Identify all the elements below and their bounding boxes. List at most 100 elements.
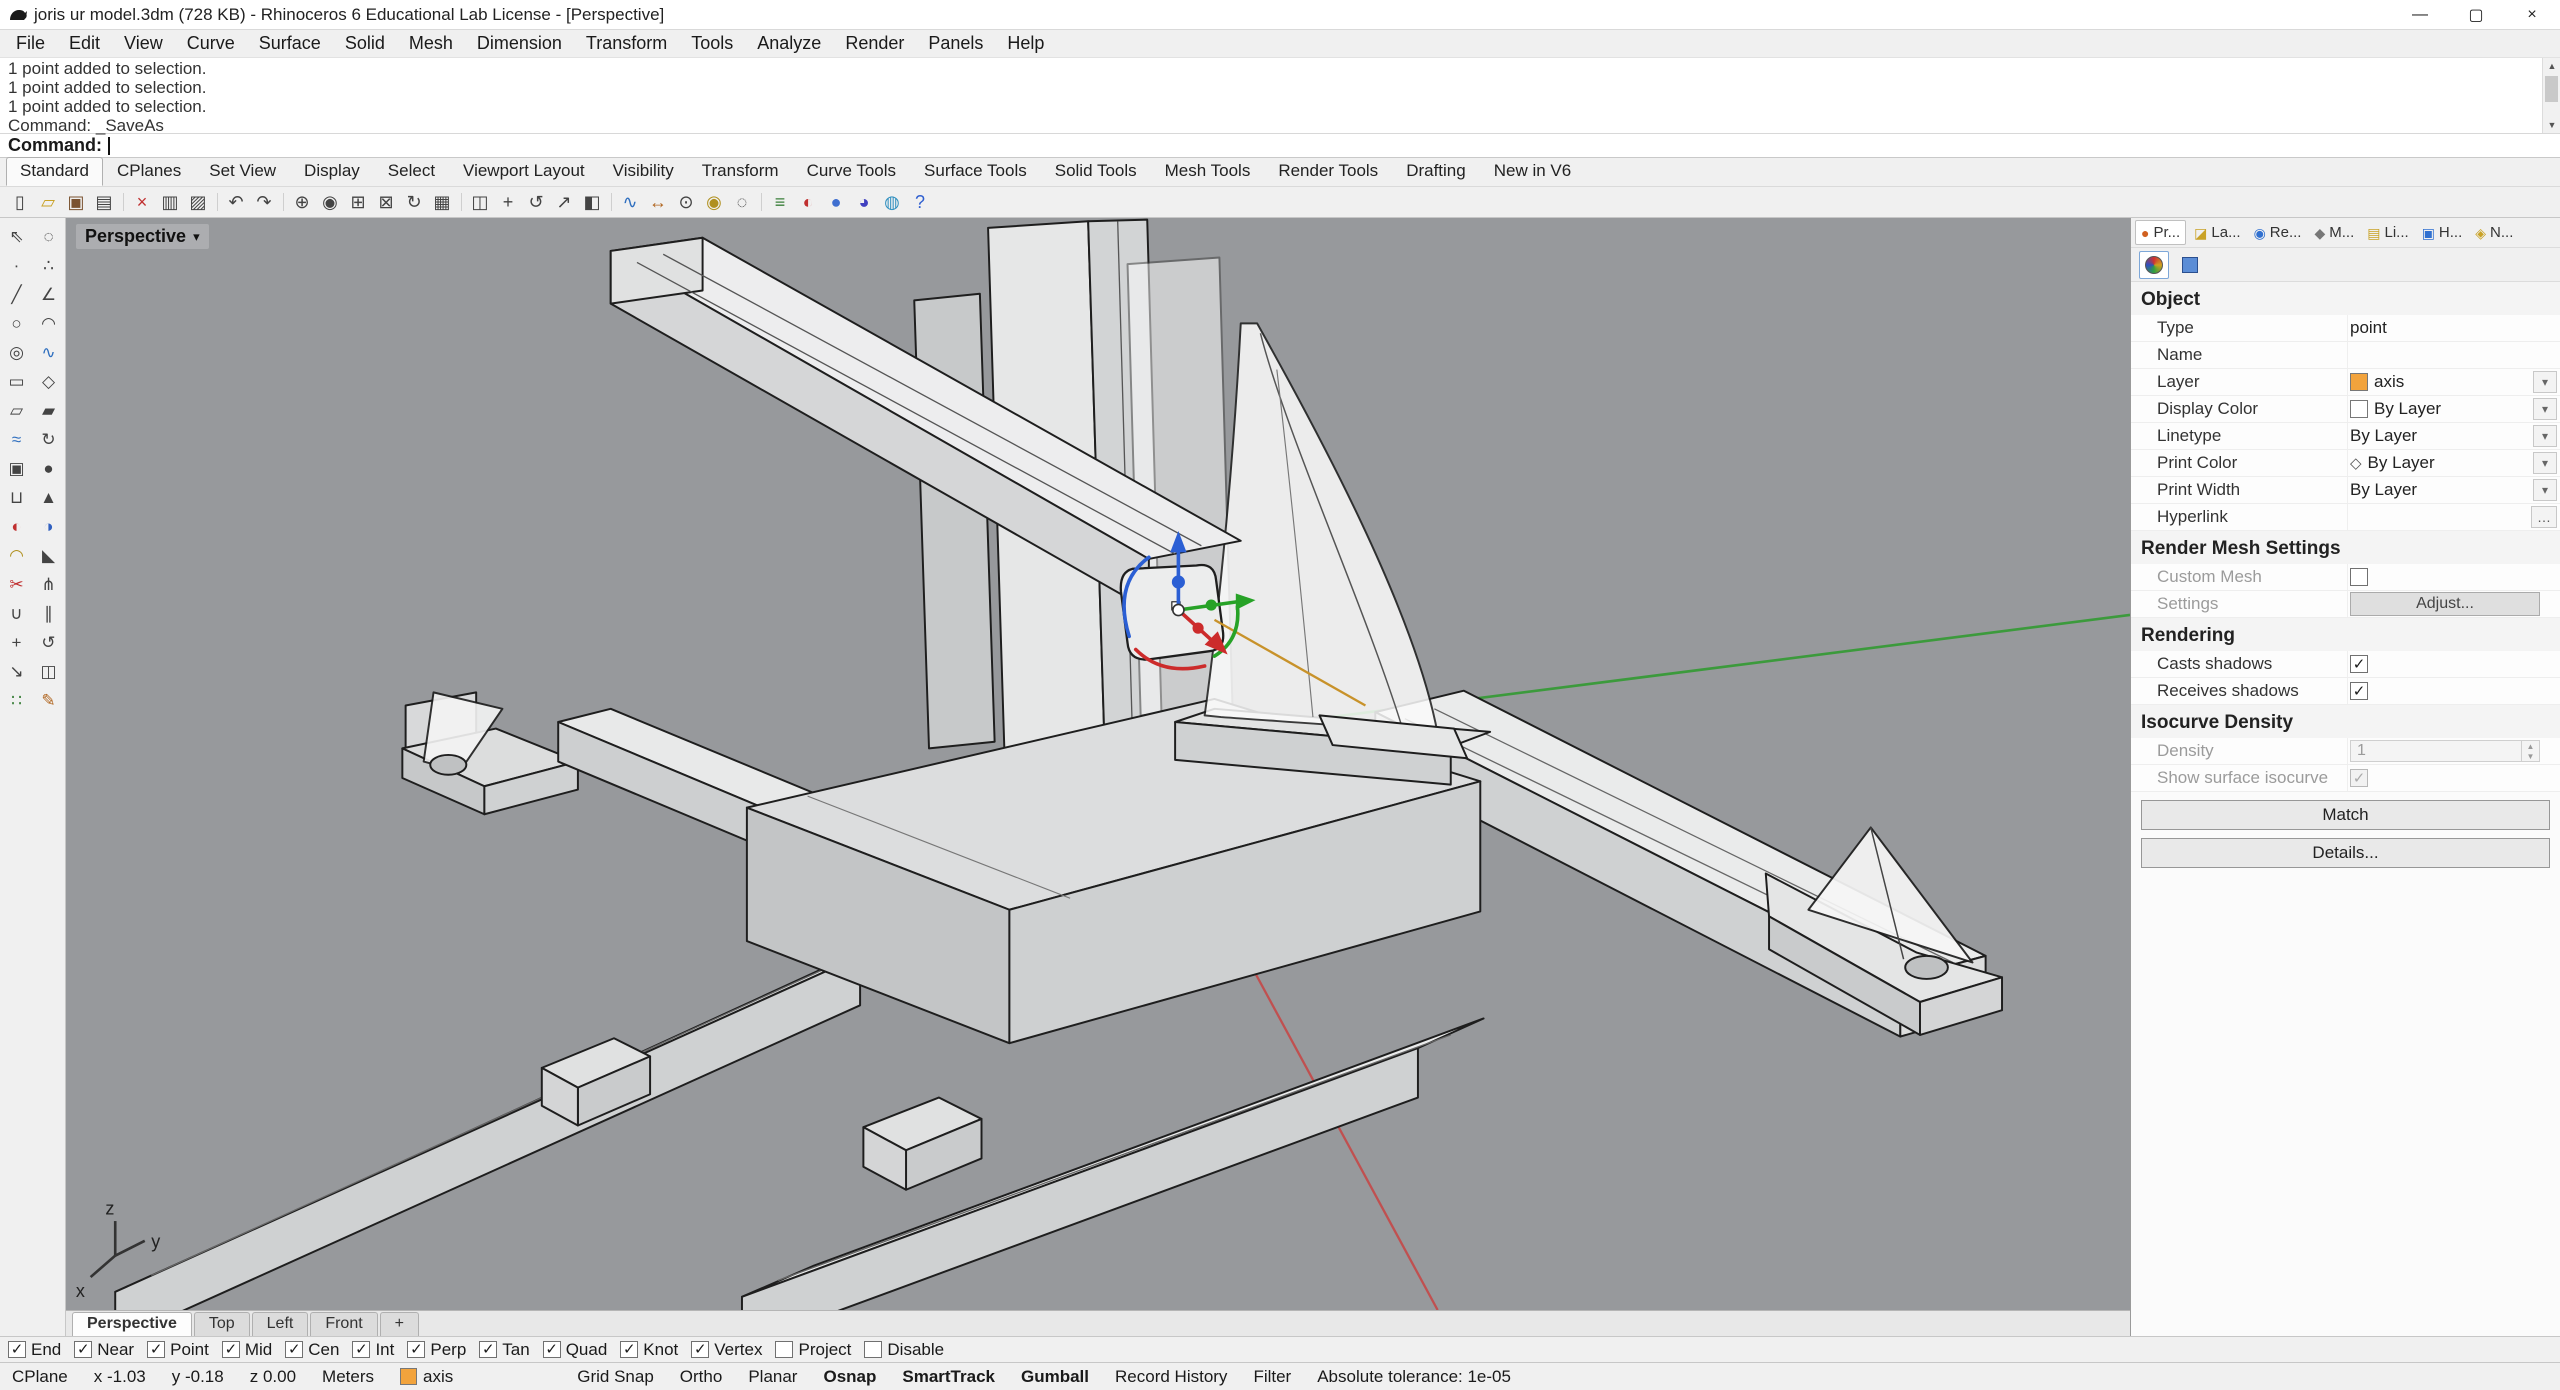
name-field[interactable] [2347,342,2560,368]
revolve-icon[interactable]: ↻ [34,426,63,453]
density-spinner[interactable] [2521,741,2539,761]
status-smarttrack[interactable]: SmartTrack [902,1367,1009,1387]
circle-icon[interactable]: ○ [2,310,31,337]
hyperlink-field[interactable] [2347,504,2531,530]
hyperlink-browse-button[interactable] [2531,506,2557,528]
osnap-knot-checkbox[interactable]: Knot [620,1340,678,1360]
array-icon[interactable]: ∷ [2,687,31,714]
copy-icon[interactable]: ▥ [156,188,184,216]
panel-tab-layers[interactable]: ◪ La... [2189,221,2245,244]
boolean-union-icon[interactable]: ◐ [2,513,31,540]
menu-surface[interactable]: Surface [247,31,333,56]
undo-icon[interactable]: ↶ [222,188,250,216]
chamfer-icon[interactable]: ◣ [34,542,63,569]
tab-mesh-tools[interactable]: Mesh Tools [1151,157,1265,186]
zoom-extents-icon[interactable]: ⊠ [372,188,400,216]
polygon-icon[interactable]: ◇ [34,368,63,395]
panel-tab-help[interactable]: ▣ H... [2417,221,2468,244]
tab-surface-tools[interactable]: Surface Tools [910,157,1041,186]
ellipse-icon[interactable]: ◎ [2,339,31,366]
tab-visibility[interactable]: Visibility [599,157,688,186]
layer-dropdown-icon[interactable] [2533,371,2557,393]
menu-curve[interactable]: Curve [175,31,247,56]
open-file-icon[interactable]: ▱ [34,188,62,216]
menu-render[interactable]: Render [833,31,916,56]
panel-tab-rendering[interactable]: ◉ Re... [2249,221,2307,244]
freeform-curve-icon[interactable]: ∿ [34,339,63,366]
curve-edit-icon[interactable]: ✎ [34,687,63,714]
status-gumball[interactable]: Gumball [1021,1367,1103,1387]
osnap-project-checkbox[interactable]: Project [775,1340,851,1360]
tab-drafting[interactable]: Drafting [1392,157,1480,186]
linetype-select[interactable]: By Layer [2347,423,2533,449]
new-file-icon[interactable]: ▯ [6,188,34,216]
rotate-icon[interactable]: ↺ [522,188,550,216]
layer-color-swatch[interactable] [2350,373,2368,391]
osnap-mid-checkbox[interactable]: Mid [222,1340,272,1360]
status-layer[interactable]: axis [400,1367,467,1387]
tab-select[interactable]: Select [374,157,449,186]
object-properties-subtab[interactable] [2139,251,2169,279]
earth-icon[interactable]: ◍ [878,188,906,216]
osnap-cen-checkbox[interactable]: Cen [285,1340,339,1360]
gumball-settings-subtab[interactable] [2175,251,2205,279]
tab-solid-tools[interactable]: Solid Tools [1041,157,1151,186]
offset-icon[interactable]: ∥ [34,600,63,627]
casts-shadows-checkbox[interactable] [2350,655,2368,673]
status-ortho[interactable]: Ortho [680,1367,737,1387]
curve-tools-icon[interactable]: ∿ [616,188,644,216]
menu-mesh[interactable]: Mesh [397,31,465,56]
osnap-end-checkbox[interactable]: End [8,1340,61,1360]
tab-viewport-layout[interactable]: Viewport Layout [449,157,599,186]
hide-icon[interactable]: ◌ [728,188,756,216]
layer-state-icon[interactable]: ≡ [766,188,794,216]
menu-help[interactable]: Help [995,31,1056,56]
osnap-vertex-checkbox[interactable]: Vertex [691,1340,762,1360]
rotate-view-icon[interactable]: ↻ [400,188,428,216]
details-button[interactable]: Details... [2141,838,2550,868]
menu-dimension[interactable]: Dimension [465,31,574,56]
display-color-select[interactable]: By Layer [2347,396,2533,422]
display-mode-icon[interactable]: ◐ [794,188,822,216]
menu-panels[interactable]: Panels [916,31,995,56]
spin-up-icon[interactable] [2522,741,2539,751]
print-icon[interactable]: ▤ [90,188,118,216]
scroll-down-icon[interactable] [2543,117,2560,133]
select-arrow-icon[interactable]: ⇖ [2,223,31,250]
machine-model[interactable] [115,220,2002,1310]
menu-transform[interactable]: Transform [574,31,679,56]
select-brush-icon[interactable]: ◌ [34,223,63,250]
status-osnap[interactable]: Osnap [823,1367,890,1387]
menu-edit[interactable]: Edit [57,31,112,56]
arc-icon[interactable]: ◠ [34,310,63,337]
annotate-icon[interactable]: ⊙ [672,188,700,216]
sphere-icon[interactable]: ● [34,455,63,482]
perspective-viewport[interactable]: z y x Perspective ▾ [66,218,2130,1310]
join-icon[interactable]: ∪ [2,600,31,627]
status-x[interactable]: x -1.03 [94,1367,160,1387]
named-views-icon[interactable]: ▦ [428,188,456,216]
linetype-dropdown-icon[interactable] [2533,425,2557,447]
status-y[interactable]: y -0.18 [172,1367,238,1387]
cylinder-icon[interactable]: ⊔ [2,484,31,511]
boolean-difference-icon[interactable]: ◑ [34,513,63,540]
fillet-icon[interactable]: ◠ [2,542,31,569]
osnap-quad-checkbox[interactable]: Quad [543,1340,608,1360]
receives-shadows-checkbox[interactable] [2350,682,2368,700]
panel-tab-notes[interactable]: ◈ N... [2470,221,2518,244]
tab-set-view[interactable]: Set View [195,157,290,186]
layer-select[interactable]: axis [2347,369,2533,395]
save-icon[interactable]: ▣ [62,188,90,216]
osnap-perp-checkbox[interactable]: Perp [407,1340,466,1360]
cone-icon[interactable]: ▲ [34,484,63,511]
command-input[interactable]: Command: [0,134,2560,158]
paste-icon[interactable]: ▨ [184,188,212,216]
spin-down-icon[interactable] [2522,751,2539,761]
rotate-object-icon[interactable]: ↺ [34,629,63,656]
loft-icon[interactable]: ≈ [2,426,31,453]
tab-curve-tools[interactable]: Curve Tools [793,157,910,186]
move-object-icon[interactable]: + [2,629,31,656]
rectangle-icon[interactable]: ▭ [2,368,31,395]
shaded-view-icon[interactable]: ● [822,188,850,216]
lock-icon[interactable]: ◉ [700,188,728,216]
